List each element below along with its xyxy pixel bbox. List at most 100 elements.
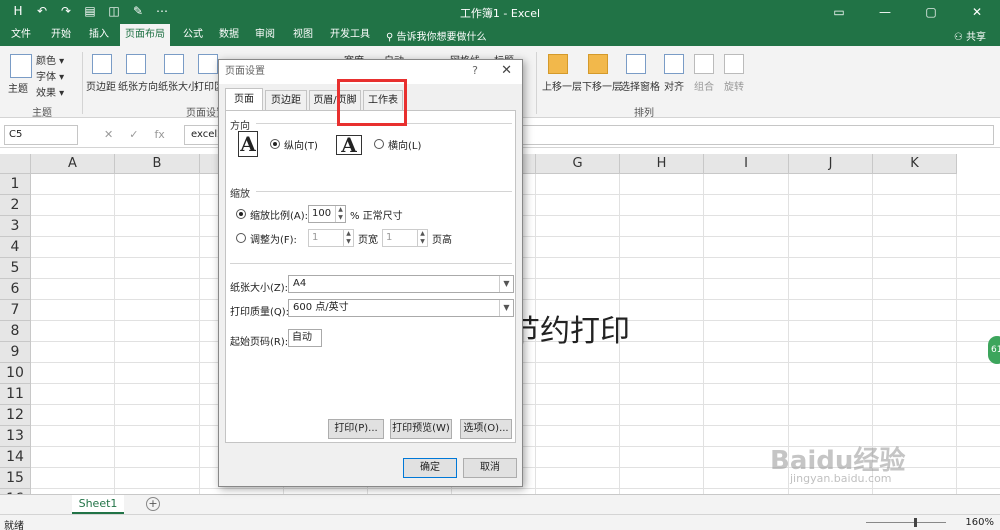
print-button[interactable]: 打印(P)... [328,419,384,439]
themes-icon[interactable] [10,54,32,78]
row-header[interactable]: 2 [0,195,31,216]
name-box[interactable]: C5 [4,125,78,145]
minimize-button[interactable]: — [862,0,908,24]
selection-pane-button[interactable]: 选择窗格 [620,78,660,93]
rotate-button[interactable]: 旋转 [724,78,744,93]
select-all-corner[interactable] [0,154,31,174]
row-header[interactable]: 13 [0,426,31,447]
row-header[interactable]: 8 [0,321,31,342]
column-header[interactable]: G [536,154,620,174]
spinner-arrows-icon[interactable]: ▲ ▼ [335,206,345,222]
bring-forward-icon[interactable] [548,54,568,74]
fonts-button[interactable]: 字体 ▾ [36,68,64,83]
row-header[interactable]: 1 [0,174,31,195]
landscape-label[interactable]: 横向(L) [388,137,421,152]
options-button[interactable]: 选项(O)... [460,419,512,439]
insert-function-icon[interactable]: fx [154,128,164,141]
tab-developer[interactable]: 开发工具 [326,24,374,46]
scale-percent-spinner[interactable]: 100 ▲ ▼ [308,205,346,223]
margins-button[interactable]: 页边距 [86,78,116,93]
tab-file[interactable]: 文件 [6,24,36,46]
send-backward-icon[interactable] [588,54,608,74]
adjust-to-label[interactable]: 缩放比例(A): [250,207,308,222]
column-header[interactable]: J [789,154,873,174]
bring-forward-button[interactable]: 上移一层 [542,78,582,93]
zoom-level[interactable]: 160% [965,517,994,528]
tab-data[interactable]: 数据 [214,24,244,46]
cancel-button[interactable]: 取消 [463,458,517,478]
rotate-icon[interactable] [724,54,744,74]
sheet-tab-sheet1[interactable]: Sheet1 [72,495,124,514]
share-button[interactable]: ⚇ 共享 [954,28,986,43]
column-header[interactable]: K [873,154,957,174]
size-icon[interactable] [164,54,184,74]
size-button[interactable]: 纸张大小 [158,78,198,93]
chevron-down-icon[interactable]: ▼ [499,276,513,292]
column-header[interactable]: B [115,154,200,174]
enter-formula-icon[interactable]: ✓ [129,128,138,141]
tab-view[interactable]: 视图 [288,24,318,46]
fit-to-label[interactable]: 调整为(F): [250,231,297,246]
dialog-tab-page[interactable]: 页面 [225,88,263,110]
align-icon[interactable] [664,54,684,74]
column-header[interactable]: A [31,154,115,174]
paper-size-select[interactable]: A4 ▼ [288,275,514,293]
group-icon[interactable] [694,54,714,74]
close-window-button[interactable]: ✕ [954,0,1000,24]
tab-review[interactable]: 审阅 [250,24,280,46]
row-header[interactable]: 4 [0,237,31,258]
send-backward-button[interactable]: 下移一层 [582,78,622,93]
column-header[interactable]: H [620,154,704,174]
first-page-number-input[interactable]: 自动 [288,329,322,347]
group-button[interactable]: 组合 [694,78,714,93]
orientation-button[interactable]: 纸张方向 [118,78,158,93]
row-header[interactable]: 14 [0,447,31,468]
row-header[interactable]: 9 [0,342,31,363]
tab-insert[interactable]: 插入 [84,24,114,46]
orientation-icon[interactable] [126,54,146,74]
colors-button[interactable]: 颜色 ▾ [36,52,64,67]
row-header[interactable]: 3 [0,216,31,237]
row-header[interactable]: 6 [0,279,31,300]
side-badge[interactable]: 61 [988,336,1000,364]
add-sheet-button[interactable]: + [146,497,160,511]
column-header[interactable]: I [704,154,789,174]
fit-to-radio[interactable] [236,233,246,243]
dialog-tab-margins[interactable]: 页边距 [265,90,307,110]
margins-icon[interactable] [92,54,112,74]
tab-page-layout[interactable]: 页面布局 [120,24,170,46]
row-header[interactable]: 10 [0,363,31,384]
help-icon[interactable]: ? [472,64,478,77]
tell-me-search[interactable]: ⚲ 告诉我你想要做什么 [386,28,487,43]
chevron-down-icon[interactable]: ▼ [499,300,513,316]
maximize-button[interactable]: ▢ [908,0,954,24]
dialog-close-button[interactable]: ✕ [501,63,512,78]
effects-button[interactable]: 效果 ▾ [36,84,64,99]
cancel-formula-icon[interactable]: ✕ [104,128,113,141]
row-header[interactable]: 5 [0,258,31,279]
themes-button[interactable]: 主题 [8,80,28,95]
adjust-to-radio[interactable] [236,209,246,219]
tab-formulas[interactable]: 公式 [178,24,208,46]
fit-wide-spinner[interactable]: 1 ▲ ▼ [308,229,354,247]
row-header[interactable]: 15 [0,468,31,489]
cell-content-text[interactable]: 节约打印 [510,306,630,350]
spinner-arrows-icon[interactable]: ▲ ▼ [343,230,353,246]
tab-home[interactable]: 开始 [46,24,76,46]
portrait-label[interactable]: 纵向(T) [284,137,318,152]
row-header[interactable]: 12 [0,405,31,426]
row-header[interactable]: 7 [0,300,31,321]
print-area-icon[interactable] [198,54,218,74]
ribbon-display-icon[interactable]: ▭ [816,0,862,24]
align-button[interactable]: 对齐 [664,78,684,93]
landscape-radio[interactable] [374,139,384,149]
ok-button[interactable]: 确定 [403,458,457,478]
print-preview-button[interactable]: 打印预览(W) [390,419,452,439]
portrait-radio[interactable] [270,139,280,149]
spinner-arrows-icon[interactable]: ▲ ▼ [417,230,427,246]
fit-tall-spinner[interactable]: 1 ▲ ▼ [382,229,428,247]
row-header[interactable]: 11 [0,384,31,405]
zoom-slider[interactable] [866,518,946,527]
print-quality-select[interactable]: 600 点/英寸 ▼ [288,299,514,317]
selection-pane-icon[interactable] [626,54,646,74]
